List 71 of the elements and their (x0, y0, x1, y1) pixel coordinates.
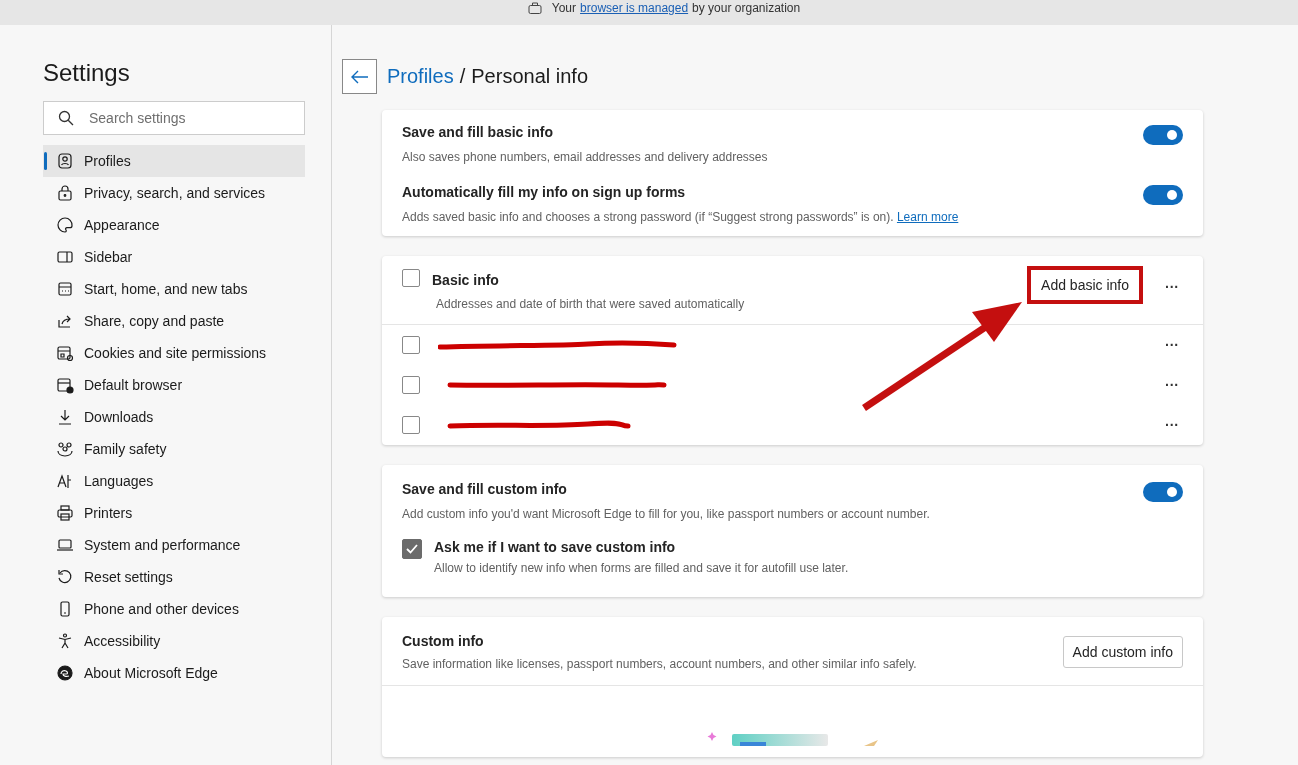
setting-title: Save and fill basic info (402, 124, 554, 140)
breadcrumb-link[interactable]: Profiles (387, 65, 454, 88)
section-title: Custom info (402, 633, 485, 649)
profile-icon (56, 152, 74, 170)
checkbox[interactable] (402, 416, 420, 434)
palette-icon (56, 216, 74, 234)
accessibility-icon (56, 632, 74, 650)
sidebar-item[interactable]: Appearance (43, 209, 305, 241)
search-field[interactable]: Search settings (43, 101, 305, 135)
breadcrumb-separator: / (459, 65, 466, 88)
sidebar-item[interactable]: Default browser (43, 369, 305, 401)
sidebar-item[interactable]: Start, home, and new tabs (43, 273, 305, 305)
sidebar-item[interactable]: About Microsoft Edge (43, 657, 305, 689)
more-button[interactable]: ··· (1161, 411, 1183, 439)
learn-more-link[interactable]: Learn more (896, 210, 959, 224)
printer-icon (56, 504, 74, 522)
sidebar-item[interactable]: Reset settings (43, 561, 305, 593)
setting-description: Allow to identify new info when forms are filled and save it for autofill use later. (434, 561, 849, 575)
sidebar-item[interactable]: Printers (43, 497, 305, 529)
reset-icon (56, 568, 74, 586)
search-icon (58, 110, 74, 126)
sidebar-item[interactable]: Profiles (43, 145, 305, 177)
banner-text: by your organization (692, 1, 801, 15)
setting-description: Adds saved basic info and chooses a strong password (if “Suggest strong passwords” is on). Learn more (402, 210, 959, 224)
section-description: Save information like licenses, passport numbers, account numbers, and other similar info safely. (402, 657, 917, 671)
toggle-switch[interactable] (1143, 185, 1183, 205)
download-icon (56, 408, 74, 426)
section-title: Basic info (432, 272, 500, 288)
checkbox[interactable] (402, 376, 420, 394)
checkbox[interactable] (402, 336, 420, 354)
banner-text: Your (551, 1, 577, 15)
briefcase-icon (527, 2, 542, 14)
lock-icon (56, 184, 74, 202)
page-title: Personal info (471, 65, 588, 88)
family-icon (56, 440, 74, 458)
sidebar-item[interactable]: Privacy, search, and services (43, 177, 305, 209)
setting-description: Add custom info you'd want Microsoft Edge to fill for you, like passport numbers or account number. (402, 507, 930, 521)
setting-description: Also saves phone numbers, email addresses and delivery addresses (402, 150, 768, 164)
toggle-switch[interactable] (1143, 482, 1183, 502)
toggle-switch[interactable] (1143, 125, 1183, 145)
checkbox[interactable] (402, 539, 422, 559)
sidebar-item[interactable]: Downloads (43, 401, 305, 433)
add-custom-info-button[interactable]: Add custom info (1062, 636, 1183, 668)
setting-title: Ask me if I want to save custom info (434, 539, 677, 555)
managed-link[interactable]: browser is managed (580, 1, 689, 15)
settings-title: Settings (43, 59, 131, 87)
setting-title: Save and fill custom info (402, 481, 568, 497)
sidebar-item[interactable]: Accessibility (43, 625, 305, 657)
window-icon (56, 280, 74, 298)
sidebar-icon (56, 248, 74, 266)
back-button[interactable] (342, 59, 377, 94)
browser-check-icon (56, 376, 74, 394)
sidebar-item[interactable]: System and performance (43, 529, 305, 561)
more-button[interactable]: ··· (1161, 273, 1183, 301)
sidebar-item[interactable]: Phone and other devices (43, 593, 305, 625)
back-arrow-icon (350, 69, 369, 84)
laptop-icon (56, 536, 74, 554)
edge-logo-icon (56, 664, 74, 682)
language-icon (56, 472, 74, 490)
sidebar-item[interactable]: Sidebar (43, 241, 305, 273)
more-button[interactable]: ··· (1161, 371, 1183, 399)
checkmark-icon (405, 542, 419, 556)
more-button[interactable]: ··· (1161, 331, 1183, 359)
section-subtitle: Addresses and date of birth that were saved automatically (436, 297, 746, 311)
sidebar-item[interactable]: Family safety (43, 433, 305, 465)
sidebar-item[interactable]: Languages (43, 465, 305, 497)
setting-title: Automatically fill my info on sign up forms (402, 184, 687, 200)
sidebar-item[interactable]: Share, copy and paste (43, 305, 305, 337)
sidebar-item[interactable]: Cookies and site permissions (43, 337, 305, 369)
cookie-icon (56, 344, 74, 362)
checkbox[interactable] (402, 269, 420, 287)
